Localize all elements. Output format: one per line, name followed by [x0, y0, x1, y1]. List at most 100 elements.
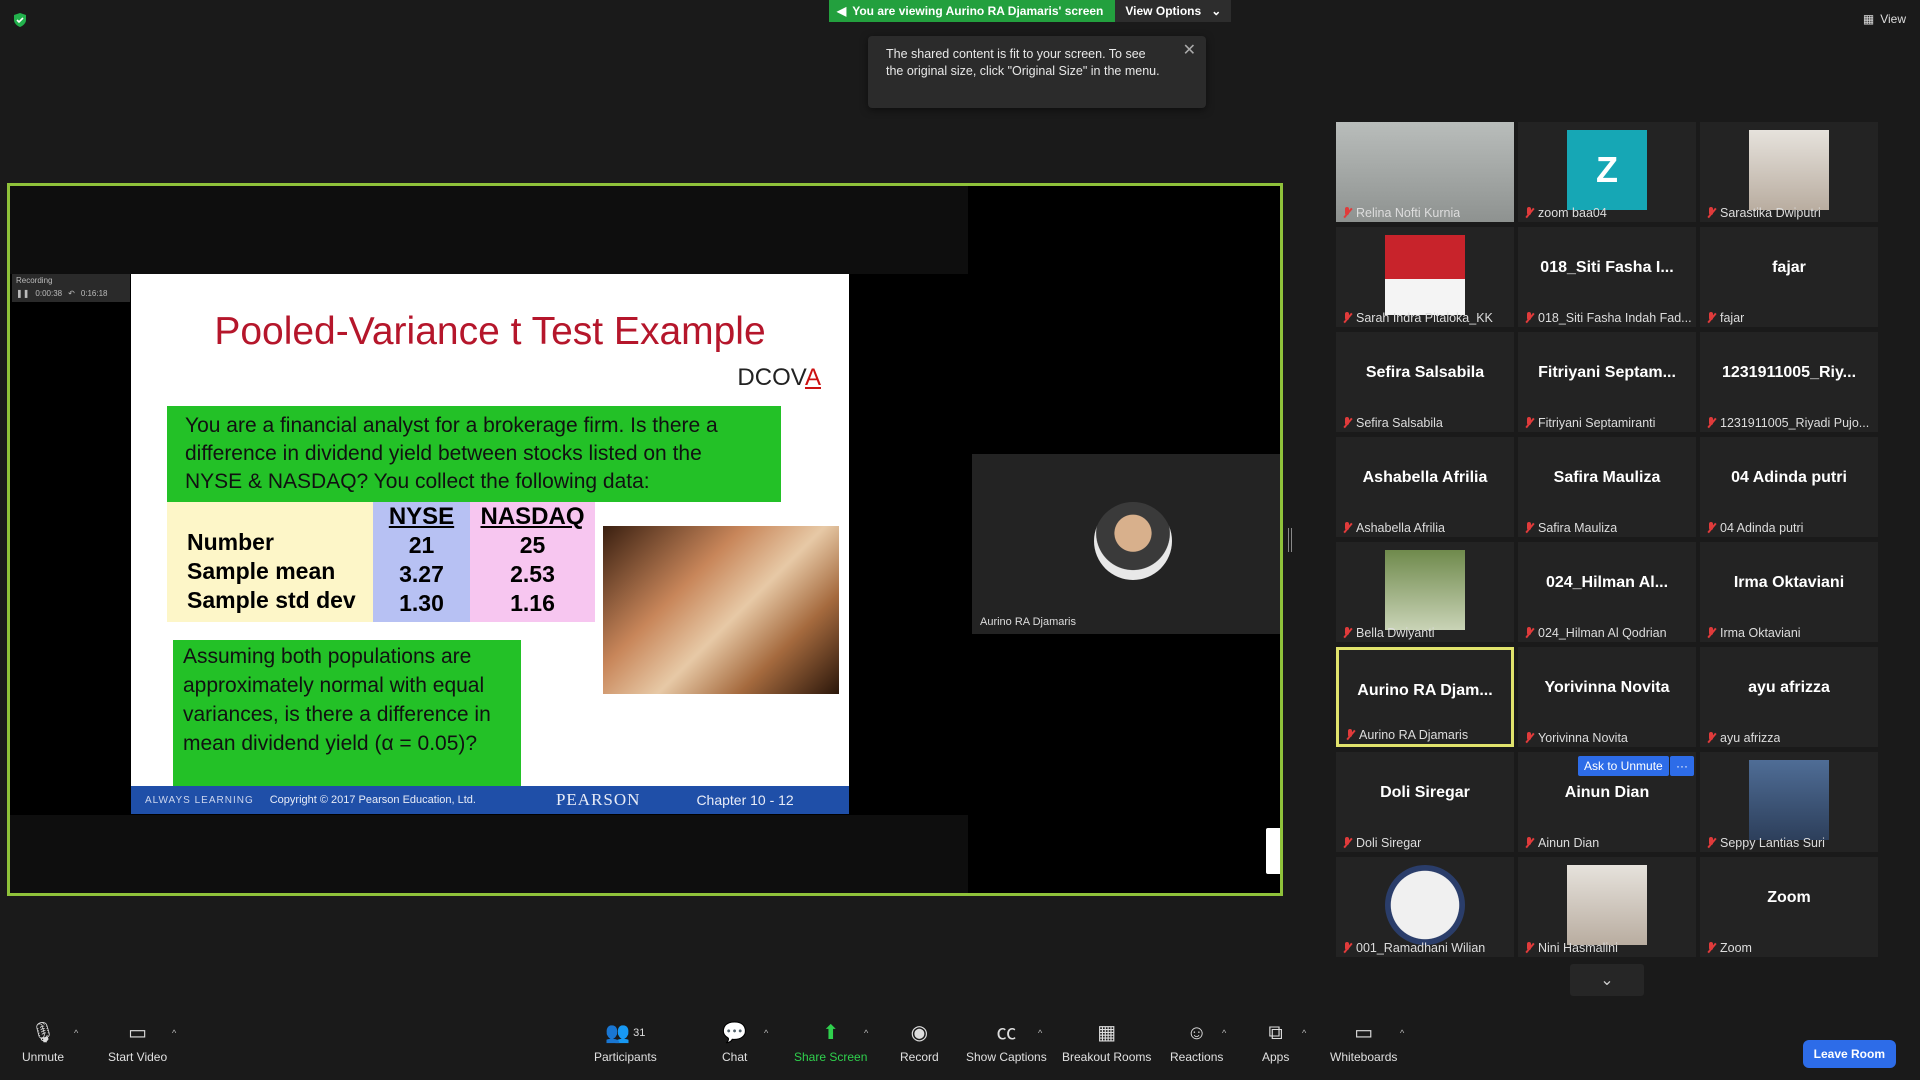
- participant-name-label: Ashabella Afrilia: [1342, 521, 1445, 535]
- resize-divider[interactable]: [1288, 528, 1292, 552]
- participant-tile[interactable]: Yorivinna Novita Yorivinna Novita: [1518, 647, 1696, 747]
- dcova-a: A: [804, 364, 821, 391]
- participant-tile[interactable]: Nini Hasmalini: [1518, 857, 1696, 957]
- breakout-rooms-button[interactable]: ▦ Breakout Rooms: [1062, 1022, 1151, 1064]
- unmute-button[interactable]: 🎙 Unmute: [22, 1022, 64, 1064]
- start-video-button[interactable]: ▭ Start Video: [108, 1022, 167, 1064]
- presenter-video-tile[interactable]: Aurino RA Djamaris: [972, 454, 1280, 634]
- record-icon: ◉: [910, 1022, 929, 1044]
- show-captions-button[interactable]: ㏄ Show Captions: [966, 1022, 1047, 1064]
- chevron-up-icon[interactable]: ^: [764, 1028, 768, 1038]
- participant-tile[interactable]: Safira Mauliza Safira Mauliza: [1518, 437, 1696, 537]
- participants-label: Participants: [594, 1050, 657, 1064]
- close-icon[interactable]: ✕: [1183, 42, 1196, 59]
- participant-tile[interactable]: Sarah Indra Pitaloka_KK: [1336, 227, 1514, 327]
- ask-to-unmute-button[interactable]: Ask to Unmute: [1578, 756, 1669, 776]
- participant-display-name: Aurino RA Djam...: [1357, 682, 1493, 699]
- participant-name-label: 018_Siti Fasha Indah Fad...: [1524, 311, 1692, 325]
- participant-name-label: Seppy Lantias Suri: [1706, 836, 1825, 850]
- participant-tile[interactable]: Relina Nofti Kurnia: [1336, 122, 1514, 222]
- chevron-up-icon[interactable]: ^: [1222, 1028, 1226, 1038]
- participant-tile[interactable]: Doli Siregar Doli Siregar: [1336, 752, 1514, 852]
- chevron-up-icon[interactable]: ^: [74, 1028, 78, 1038]
- reactions-button[interactable]: ☺ Reactions: [1170, 1022, 1223, 1064]
- captions-icon: ㏄: [996, 1022, 1017, 1044]
- participant-tile[interactable]: 018_Siti Fasha I... 018_Siti Fasha Indah …: [1518, 227, 1696, 327]
- participant-name: zoom baa04: [1538, 206, 1607, 220]
- table-cell: 25: [519, 532, 546, 558]
- chevron-up-icon[interactable]: ^: [864, 1028, 868, 1038]
- participant-name-label: 1231911005_Riyadi Pujo...: [1706, 416, 1869, 430]
- apps-button[interactable]: ⧉ Apps: [1262, 1022, 1289, 1064]
- mic-muted-icon: [1706, 942, 1716, 954]
- recording-label: Recording: [16, 276, 53, 285]
- participant-tile[interactable]: Bella Dwiyanti: [1336, 542, 1514, 642]
- nasdaq-column: NASDAQ 25 2.53 1.16: [470, 502, 595, 622]
- share-screen-button[interactable]: ⬆ Share Screen: [794, 1022, 867, 1064]
- participant-name-label: Sefira Salsabila: [1342, 416, 1443, 430]
- slide-footer: ALWAYS LEARNING Copyright © 2017 Pearson…: [131, 786, 849, 814]
- mic-muted-icon: [1342, 942, 1352, 954]
- participant-name-label: Zoom: [1706, 941, 1752, 955]
- chevron-down-icon[interactable]: ⌄: [1570, 964, 1644, 996]
- chat-label: Chat: [722, 1050, 748, 1064]
- share-banner: ◀ You are viewing Aurino RA Djamaris' sc…: [829, 0, 1232, 22]
- participant-tile[interactable]: Sefira Salsabila Sefira Salsabila: [1336, 332, 1514, 432]
- apps-label: Apps: [1262, 1050, 1290, 1064]
- video-off-icon: ▭: [128, 1022, 148, 1044]
- chevron-up-icon[interactable]: ^: [1302, 1028, 1306, 1038]
- participant-display-name: 1231911005_Riy...: [1721, 364, 1857, 381]
- participant-tile[interactable]: 024_Hilman Al... 024_Hilman Al Qodrian: [1518, 542, 1696, 642]
- participants-button[interactable]: 👥 31 Participants: [594, 1022, 657, 1064]
- participant-tile[interactable]: Irma Oktaviani Irma Oktaviani: [1700, 542, 1878, 642]
- participant-tile[interactable]: Zoom Zoom: [1700, 857, 1878, 957]
- mic-muted-icon: [1342, 312, 1352, 324]
- participant-name: 024_Hilman Al Qodrian: [1538, 626, 1667, 640]
- shield-icon[interactable]: [12, 12, 28, 28]
- participant-display-name: Ashabella Afrilia: [1362, 469, 1488, 486]
- chevron-up-icon[interactable]: ^: [1400, 1028, 1404, 1038]
- table-cell: 1.16: [510, 590, 555, 616]
- more-options-button[interactable]: ···: [1670, 756, 1694, 776]
- mic-muted-icon: [1706, 732, 1716, 744]
- participant-tile[interactable]: Sarastika Dwiputri: [1700, 122, 1878, 222]
- participant-name: Bella Dwiyanti: [1356, 626, 1435, 640]
- viewing-text: You are viewing Aurino RA Djamaris' scre…: [852, 4, 1104, 18]
- leave-room-button[interactable]: Leave Room: [1802, 1040, 1896, 1068]
- participant-tile[interactable]: Zzoom baa04: [1518, 122, 1696, 222]
- record-label: Record: [900, 1050, 939, 1064]
- chevron-up-icon[interactable]: ^: [1038, 1028, 1042, 1038]
- panel-handle[interactable]: [1266, 828, 1280, 874]
- participant-tile[interactable]: 1231911005_Riy... 1231911005_Riyadi Pujo.…: [1700, 332, 1878, 432]
- participant-name: Fitriyani Septamiranti: [1538, 416, 1656, 430]
- record-button[interactable]: ◉ Record: [900, 1022, 939, 1064]
- participant-tile[interactable]: fajar fajar: [1700, 227, 1878, 327]
- unmute-label: Unmute: [22, 1050, 65, 1064]
- mic-muted-icon: [1345, 729, 1355, 741]
- view-options-button[interactable]: View Options ⌄: [1115, 0, 1232, 22]
- participant-tile[interactable]: Aurino RA Djam... Aurino RA Djamaris: [1336, 647, 1514, 747]
- participant-name: Sarastika Dwiputri: [1720, 206, 1821, 220]
- participant-tile[interactable]: 04 Adinda putri 04 Adinda putri: [1700, 437, 1878, 537]
- reactions-label: Reactions: [1170, 1050, 1224, 1064]
- participant-name-label: Doli Siregar: [1342, 836, 1421, 850]
- mic-muted-icon: [1706, 207, 1716, 219]
- whiteboards-button[interactable]: ▭ Whiteboards: [1330, 1022, 1397, 1064]
- participant-tile[interactable]: Fitriyani Septam... Fitriyani Septamirant…: [1518, 332, 1696, 432]
- participant-name: 1231911005_Riyadi Pujo...: [1720, 416, 1870, 430]
- participant-name-label: 04 Adinda putri: [1706, 521, 1803, 535]
- avatar: [1385, 235, 1465, 315]
- viewing-indicator: ◀ You are viewing Aurino RA Djamaris' sc…: [829, 0, 1116, 22]
- avatar: [1094, 502, 1172, 580]
- chat-button[interactable]: 💬 Chat: [722, 1022, 747, 1064]
- table-cell: 2.53: [510, 561, 555, 587]
- participant-tile[interactable]: Seppy Lantias Suri: [1700, 752, 1878, 852]
- mic-muted-icon: [1342, 207, 1352, 219]
- participant-tile[interactable]: Ashabella Afrilia Ashabella Afrilia: [1336, 437, 1514, 537]
- participant-tile[interactable]: ayu afrizza ayu afrizza: [1700, 647, 1878, 747]
- chevron-up-icon[interactable]: ^: [172, 1028, 176, 1038]
- nasdaq-header: NASDAQ: [480, 503, 585, 530]
- participant-tile[interactable]: 001_Ramadhani Wilian: [1336, 857, 1514, 957]
- participant-name-label: zoom baa04: [1524, 206, 1607, 220]
- view-button[interactable]: ▦ View: [1863, 12, 1906, 26]
